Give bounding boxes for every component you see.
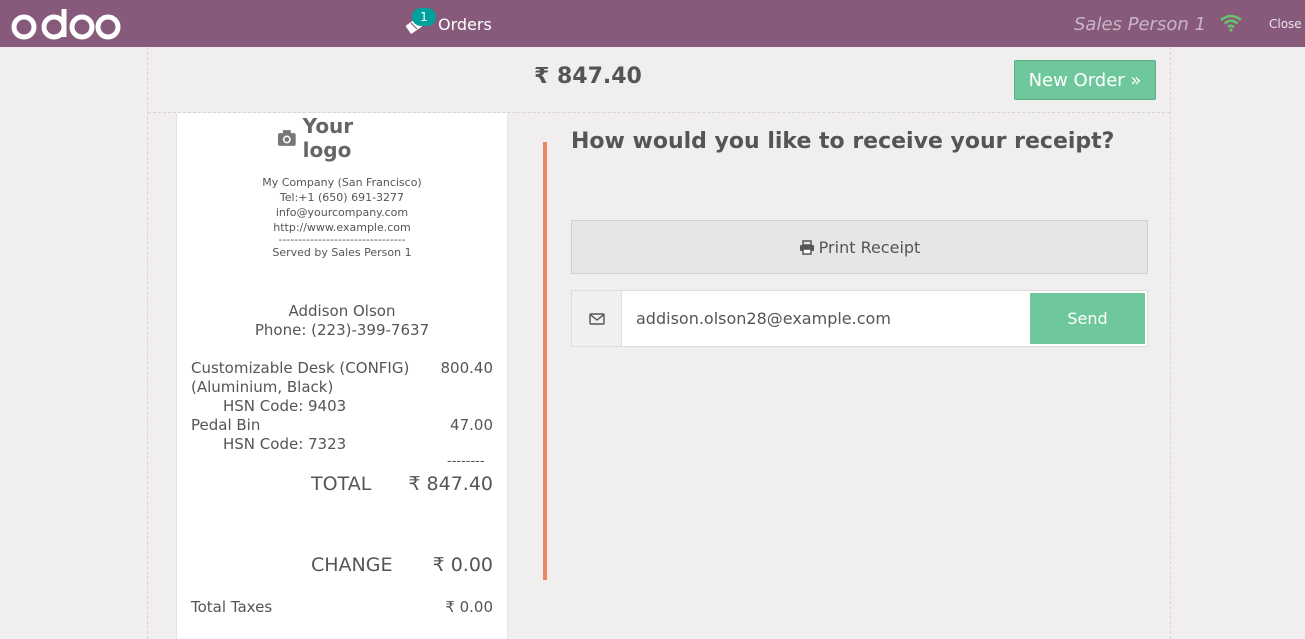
summary-bar: ₹ 847.40 New Order »	[148, 47, 1170, 113]
receipt-total-label: TOTAL	[311, 473, 372, 495]
company-email: info@yourcompany.com	[275, 206, 409, 219]
email-receipt-row: Send	[571, 290, 1148, 347]
close-button[interactable]: Close	[1269, 17, 1302, 31]
customer-name: Addison Olson	[288, 302, 396, 320]
accent-divider	[543, 142, 547, 580]
orders-count-badge: 1	[412, 8, 436, 26]
line-hsn-code: HSN Code: 7323	[223, 435, 347, 453]
line-price: 47.00	[450, 416, 493, 434]
email-input[interactable]	[624, 291, 1028, 346]
receipt-logo: Your logo	[277, 114, 407, 162]
email-icon-box	[572, 291, 622, 346]
company-info: My Company (San Francisco) Tel:+1 (650) …	[177, 175, 507, 260]
printer-icon	[799, 239, 814, 255]
new-order-button[interactable]: New Order »	[1014, 60, 1156, 100]
receipt-total-value: ₹ 847.40	[408, 473, 493, 495]
receipt-paper: Your logo My Company (San Francisco) Tel…	[176, 113, 508, 639]
taxes-value: ₹ 0.00	[445, 598, 493, 616]
taxes-label: Total Taxes	[191, 598, 273, 616]
send-email-button[interactable]: Send	[1030, 293, 1145, 344]
order-total: ₹ 847.40	[534, 64, 642, 89]
salesperson-name[interactable]: Sales Person 1	[1074, 14, 1206, 35]
customer-phone: Phone: (223)-399-7637	[254, 321, 430, 339]
company-phone: Tel:+1 (650) 691-3277	[279, 191, 405, 204]
camera-icon	[277, 130, 296, 146]
orders-label: Orders	[438, 14, 492, 34]
order-lines: Customizable Desk (CONFIG) (Aluminium, B…	[191, 359, 493, 454]
line-hsn-code: HSN Code: 9403	[223, 397, 347, 415]
line-product-name: Pedal Bin	[191, 416, 261, 434]
line-price: 800.40	[440, 359, 494, 377]
receipt-question-heading: How would you like to receive your recei…	[571, 129, 1115, 154]
receipt-screen: ₹ 847.40 New Order » Your logo My Compan…	[147, 47, 1171, 639]
customer-info: Addison Olson Phone: (223)-399-7637	[177, 302, 507, 340]
company-name: My Company (San Francisco)	[262, 176, 422, 189]
change-label: CHANGE	[311, 554, 393, 576]
order-line: Pedal Bin 47.00 HSN Code: 7323	[191, 416, 493, 454]
order-line: Customizable Desk (CONFIG) (Aluminium, B…	[191, 359, 493, 416]
served-by: Served by Sales Person 1	[272, 246, 412, 259]
company-divider: --------------------------------	[278, 233, 406, 246]
envelope-icon	[588, 312, 605, 325]
change-value: ₹ 0.00	[432, 554, 493, 576]
logo-text: Your logo	[302, 114, 354, 162]
print-receipt-label: Print Receipt	[818, 237, 921, 257]
print-receipt-button[interactable]: Print Receipt	[571, 220, 1148, 274]
top-navbar: Orders 1 Sales Person 1 Close	[0, 0, 1305, 47]
total-divider: --------	[447, 454, 485, 469]
odoo-logo	[11, 9, 121, 40]
wifi-icon	[1220, 14, 1242, 32]
